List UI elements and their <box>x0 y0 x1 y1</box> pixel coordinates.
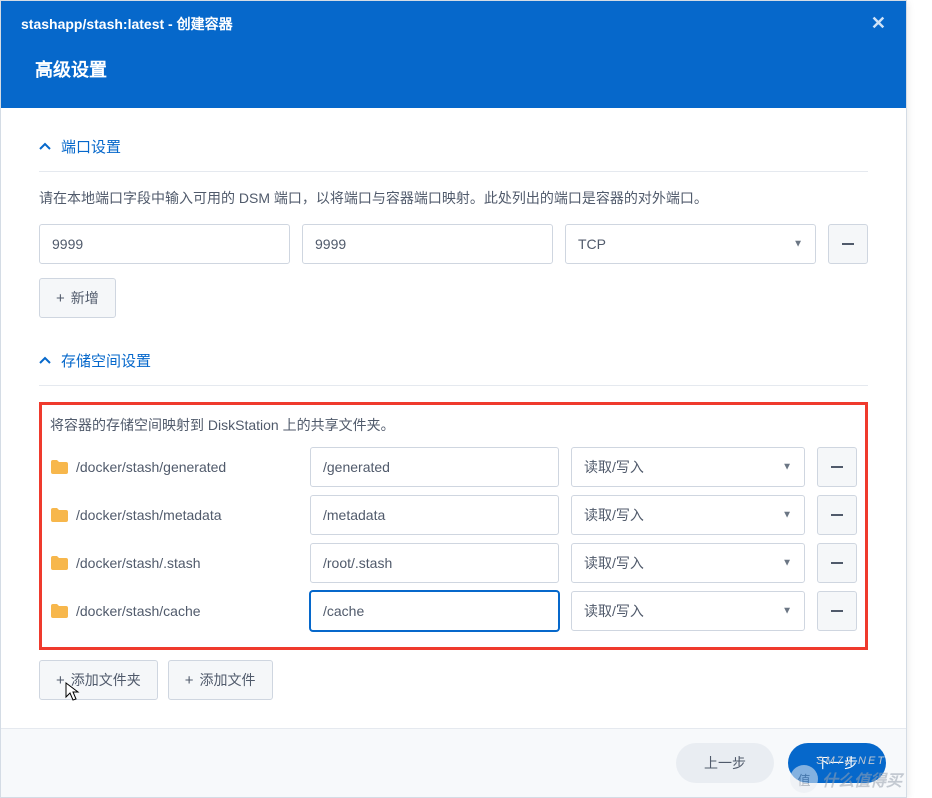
volume-row: /docker/stash/.stash/root/.stash 读取/写入▼ <box>50 543 857 583</box>
chevron-down-icon: ▼ <box>793 239 803 250</box>
add-file-button[interactable]: + 添加文件 <box>168 660 273 700</box>
host-path-cell[interactable]: /docker/stash/.stash <box>50 555 298 571</box>
storage-section-toggle[interactable]: 存储空间设置 <box>39 344 868 377</box>
port-row: 9999 9999 TCP ▼ <box>39 224 868 264</box>
close-icon[interactable]: ✕ <box>871 13 886 34</box>
modal-header: stashapp/stash:latest - 创建容器 ✕ 高级设置 <box>1 1 906 108</box>
divider <box>39 171 868 172</box>
plus-icon: + <box>56 673 65 688</box>
mode-select[interactable]: 读取/写入▼ <box>571 543 805 583</box>
add-folder-button[interactable]: + 添加文件夹 <box>39 660 158 700</box>
minus-icon <box>831 562 843 564</box>
minus-icon <box>842 243 854 245</box>
remove-volume-button[interactable] <box>817 447 857 487</box>
plus-icon: + <box>185 673 194 688</box>
mode-select[interactable]: 读取/写入▼ <box>571 591 805 631</box>
add-port-button[interactable]: + 新增 <box>39 278 116 318</box>
divider <box>39 385 868 386</box>
remove-volume-button[interactable] <box>817 591 857 631</box>
mode-select[interactable]: 读取/写入▼ <box>571 495 805 535</box>
host-path-cell[interactable]: /docker/stash/metadata <box>50 507 298 523</box>
folder-icon <box>50 508 68 522</box>
modal-container: stashapp/stash:latest - 创建容器 ✕ 高级设置 端口设置… <box>0 0 907 798</box>
storage-section-desc: 将容器的存储空间映射到 DiskStation 上的共享文件夹。 <box>50 411 857 435</box>
folder-icon <box>50 604 68 618</box>
host-path-text: /docker/stash/cache <box>76 603 201 619</box>
chevron-up-icon <box>39 355 51 367</box>
remove-port-button[interactable] <box>828 224 868 264</box>
host-path-text: /docker/stash/.stash <box>76 555 201 571</box>
next-button[interactable]: 下一步 <box>788 743 886 783</box>
prev-button[interactable]: 上一步 <box>676 743 774 783</box>
chevron-down-icon: ▼ <box>782 606 792 617</box>
chevron-up-icon <box>39 141 51 153</box>
host-path-cell[interactable]: /docker/stash/generated <box>50 459 298 475</box>
modal-footer: 上一步 下一步 <box>1 728 906 797</box>
volume-row: /docker/stash/cache/cache 读取/写入▼ <box>50 591 857 631</box>
plus-icon: + <box>56 291 65 306</box>
mode-select[interactable]: 读取/写入▼ <box>571 447 805 487</box>
remove-volume-button[interactable] <box>817 495 857 535</box>
folder-icon <box>50 460 68 474</box>
remove-volume-button[interactable] <box>817 543 857 583</box>
volume-row: /docker/stash/metadata/metadata 读取/写入▼ <box>50 495 857 535</box>
host-path-text: /docker/stash/metadata <box>76 507 222 523</box>
container-port-input[interactable]: 9999 <box>302 224 553 264</box>
storage-section-title: 存储空间设置 <box>61 350 151 371</box>
container-mount-input[interactable]: /cache <box>310 591 559 631</box>
protocol-select[interactable]: TCP ▼ <box>565 224 816 264</box>
chevron-down-icon: ▼ <box>782 558 792 569</box>
minus-icon <box>831 514 843 516</box>
container-mount-input[interactable]: /root/.stash <box>310 543 559 583</box>
storage-highlight-box: 将容器的存储空间映射到 DiskStation 上的共享文件夹。 /docker… <box>39 402 868 650</box>
container-mount-input[interactable]: /metadata <box>310 495 559 535</box>
minus-icon <box>831 466 843 468</box>
page-title: 高级设置 <box>21 56 886 96</box>
chevron-down-icon: ▼ <box>782 510 792 521</box>
port-section-title: 端口设置 <box>61 136 121 157</box>
local-port-input[interactable]: 9999 <box>39 224 290 264</box>
chevron-down-icon: ▼ <box>782 462 792 473</box>
minus-icon <box>831 610 843 612</box>
container-mount-input[interactable]: /generated <box>310 447 559 487</box>
breadcrumb: stashapp/stash:latest - 创建容器 <box>21 14 233 34</box>
volume-row: /docker/stash/generated/generated 读取/写入▼ <box>50 447 857 487</box>
host-path-text: /docker/stash/generated <box>76 459 226 475</box>
folder-icon <box>50 556 68 570</box>
port-section-toggle[interactable]: 端口设置 <box>39 130 868 163</box>
host-path-cell[interactable]: /docker/stash/cache <box>50 603 298 619</box>
port-section-desc: 请在本地端口字段中输入可用的 DSM 端口，以将端口与容器端口映射。此处列出的端… <box>39 188 868 208</box>
